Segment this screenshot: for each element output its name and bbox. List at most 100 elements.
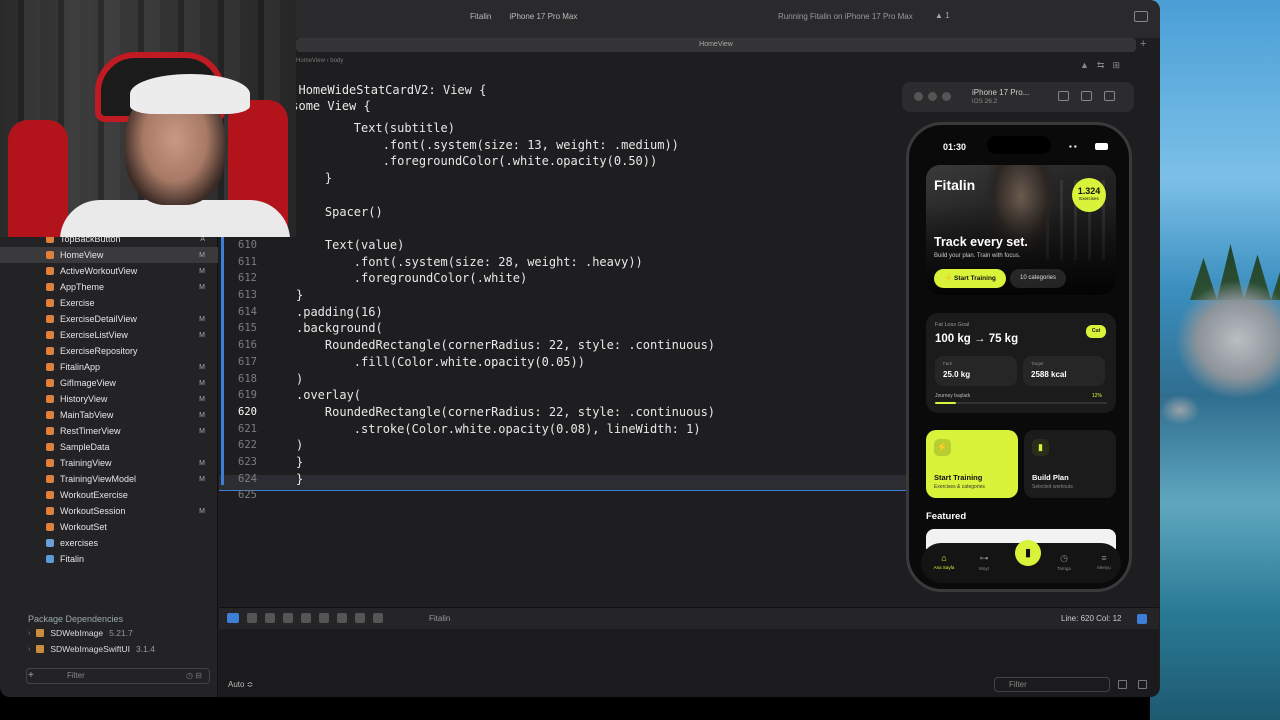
file-item[interactable]: ExerciseRepository <box>0 343 218 359</box>
code-line[interactable] <box>219 187 909 203</box>
code-line[interactable] <box>219 220 909 236</box>
console-filter-input[interactable]: Filter <box>994 677 1110 692</box>
code-line[interactable]: 615 .background( <box>219 320 909 336</box>
goal-card[interactable]: Fat Loss Goal 100 kg → 75 kg Cut Fark 25… <box>926 313 1116 413</box>
tab-history[interactable]: ◷ Tarnga <box>1049 553 1079 571</box>
iphone-simulator[interactable]: 01:30 ▪▪ Fitalin 1.324 Exercises Track e… <box>906 122 1132 592</box>
code-line[interactable]: 614 .padding(16) <box>219 304 909 320</box>
file-item[interactable]: HomeView M <box>0 247 218 263</box>
view-debugger-icon[interactable] <box>319 613 329 623</box>
environment-icon[interactable] <box>355 613 365 623</box>
minimize-dot[interactable] <box>928 92 937 101</box>
code-line[interactable]: 620 RoundedRectangle(cornerRadius: 22, s… <box>219 404 909 420</box>
file-item[interactable]: GifImageView M <box>0 375 218 391</box>
screenshot-icon[interactable] <box>1081 91 1092 101</box>
code-line[interactable]: Text(subtitle) <box>219 120 909 136</box>
file-item[interactable]: SampleData <box>0 439 218 455</box>
run-destination[interactable]: iPhone 17 Pro Max <box>509 12 577 21</box>
code-line[interactable]: 623} <box>219 454 909 470</box>
close-dot[interactable] <box>914 92 923 101</box>
file-item[interactable]: ActiveWorkoutView M <box>0 263 218 279</box>
step-in-icon[interactable] <box>283 613 293 623</box>
warning-indicator[interactable]: ▲ 1 <box>935 11 950 20</box>
home-icon[interactable] <box>1058 91 1069 101</box>
file-item[interactable]: Fitalin <box>0 551 218 567</box>
split-view-icon[interactable] <box>1118 680 1127 689</box>
canvas-toggle-icon[interactable]: ⇆ <box>1097 60 1105 71</box>
step-over-icon[interactable] <box>265 613 275 623</box>
memory-graph-icon[interactable] <box>337 613 347 623</box>
add-tab-icon[interactable]: + <box>1140 38 1146 50</box>
step-out-icon[interactable] <box>301 613 311 623</box>
code-line[interactable]: 611 .font(.system(size: 28, weight: .hea… <box>219 254 909 270</box>
code-line[interactable]: Spacer() <box>219 204 909 220</box>
code-line[interactable]: 617 .fill(Color.white.opacity(0.05)) <box>219 354 909 370</box>
code-line[interactable]: .foregroundColor(.white.opacity(0.50)) <box>219 153 909 169</box>
simulator-window-controls[interactable] <box>914 92 951 101</box>
code-line[interactable]: 625 <box>219 487 909 503</box>
code-line[interactable]: 613} <box>219 287 909 303</box>
file-item[interactable]: FitalinApp M <box>0 359 218 375</box>
chevron-right-icon[interactable]: › <box>28 646 30 653</box>
file-item[interactable]: WorkoutSet <box>0 519 218 535</box>
rotate-icon[interactable] <box>1104 91 1115 101</box>
scheme-name[interactable]: Fitalin <box>470 12 491 21</box>
filter-options-icon[interactable]: ◷ ⊟ <box>186 671 202 680</box>
location-icon[interactable] <box>373 613 383 623</box>
code-text: .font(.system(size: 13, weight: .medium)… <box>296 137 679 152</box>
chevron-right-icon[interactable]: › <box>28 630 30 637</box>
package-dependencies-header[interactable]: Package Dependencies <box>28 614 123 624</box>
file-item[interactable]: RestTimerView M <box>0 423 218 439</box>
jump-bar[interactable]: HomeView › body <box>296 58 1156 74</box>
line-number: 612 <box>238 272 257 285</box>
code-line[interactable]: 610 Text(value) <box>219 237 909 253</box>
code-line[interactable]: 618) <box>219 371 909 387</box>
scheme-selector[interactable]: Fitalin iPhone 17 Pro Max <box>470 12 577 21</box>
file-item[interactable]: exercises <box>0 535 218 551</box>
tab-home[interactable]: ⌂ Ana Sayfa <box>929 553 959 570</box>
code-line[interactable]: 619 .overlay( <box>219 387 909 403</box>
file-item[interactable]: WorkoutExercise <box>0 487 218 503</box>
file-item[interactable]: MainTabView M <box>0 407 218 423</box>
add-editor-icon[interactable]: ⊞ <box>1112 60 1120 71</box>
debug-target[interactable]: Fitalin <box>429 614 450 623</box>
console-toggle-icon[interactable] <box>1137 614 1147 624</box>
file-item[interactable]: ExerciseListView M <box>0 327 218 343</box>
code-line[interactable]: 622) <box>219 437 909 453</box>
file-item[interactable]: TrainingView M <box>0 455 218 471</box>
trash-icon[interactable] <box>1138 680 1147 689</box>
breakpoints-toggle-icon[interactable] <box>227 613 239 623</box>
file-item[interactable]: TrainingViewModel M <box>0 471 218 487</box>
categories-chip[interactable]: 10 categories <box>1010 269 1066 288</box>
tab-menu[interactable]: ≡ Menyu <box>1089 553 1119 570</box>
package-item[interactable]: › SDWebImageSwiftUI 3.1.4 <box>28 644 155 654</box>
variables-scope-selector[interactable]: Auto ≎ <box>228 680 253 689</box>
center-action-button[interactable]: ▮ <box>1015 540 1041 566</box>
battery-icon <box>1095 143 1108 150</box>
start-training-button[interactable]: ⚡ Start Training <box>934 269 1006 288</box>
file-item[interactable]: WorkoutSession M <box>0 503 218 519</box>
file-item[interactable]: HistoryView M <box>0 391 218 407</box>
file-item[interactable]: ExerciseDetailView M <box>0 311 218 327</box>
source-editor[interactable]: ate struct HomeWideStatCardV2: View {var… <box>219 76 909 604</box>
inspector-toggle-icon[interactable] <box>1134 11 1148 22</box>
warning-icon[interactable]: ▲ <box>1080 60 1089 71</box>
file-item[interactable]: Exercise <box>0 295 218 311</box>
code-line[interactable]: var body: some View { <box>219 98 909 114</box>
package-item[interactable]: › SDWebImage 5.21.7 <box>28 628 133 638</box>
code-line[interactable]: .font(.system(size: 13, weight: .medium)… <box>219 137 909 153</box>
zoom-dot[interactable] <box>942 92 951 101</box>
pause-icon[interactable] <box>247 613 257 623</box>
start-training-card[interactable]: ⚡ Start Training Exercises & categories <box>926 430 1018 498</box>
code-line[interactable]: } <box>219 170 909 186</box>
code-line[interactable]: ate struct HomeWideStatCardV2: View { <box>219 82 909 98</box>
file-item[interactable]: AppTheme M <box>0 279 218 295</box>
code-line[interactable]: 621 .stroke(Color.white.opacity(0.08), l… <box>219 421 909 437</box>
build-plan-card[interactable]: ▮ Build Plan Selected workouts <box>1024 430 1116 498</box>
navigator-filter-input[interactable]: Filter <box>26 668 210 684</box>
code-line[interactable]: 616 RoundedRectangle(cornerRadius: 22, s… <box>219 337 909 353</box>
tab-workout[interactable]: ⊶ Moyt <box>969 553 999 571</box>
code-line[interactable]: 612 .foregroundColor(.white) <box>219 270 909 286</box>
editor-tab-homeview[interactable]: HomeView <box>296 38 1136 52</box>
code-line[interactable]: 624} <box>219 471 909 487</box>
